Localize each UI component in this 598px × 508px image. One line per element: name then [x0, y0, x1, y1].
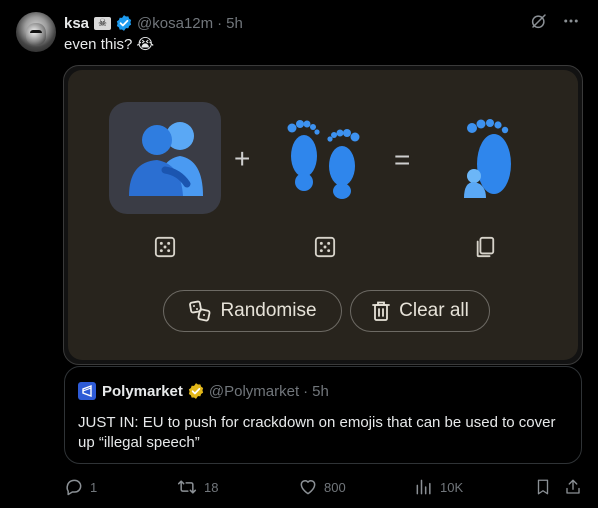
- media-image[interactable]: + = Randomise Clear all: [63, 65, 583, 365]
- repost-icon: [177, 480, 197, 494]
- repost-count: 18: [204, 479, 219, 495]
- polymarket-logo-icon: [78, 382, 96, 400]
- quoted-post-time[interactable]: 5h: [312, 383, 329, 400]
- copy-icon[interactable]: [474, 236, 496, 258]
- views-count: 10K: [440, 479, 464, 495]
- quoted-post-text: JUST IN: EU to push for crackdown on emo…: [78, 414, 556, 451]
- separator-dot: ·: [217, 14, 223, 32]
- repost-button[interactable]: 18: [176, 476, 218, 498]
- post-top-actions: [530, 12, 580, 30]
- randomise-button[interactable]: Randomise: [163, 290, 342, 332]
- post-text: even this? 😭: [64, 36, 155, 53]
- footprint-hugging-emoji-icon: [464, 119, 511, 198]
- gold-verified-badge-icon: [188, 383, 203, 399]
- trash-icon: [372, 301, 391, 321]
- grok-icon[interactable]: [530, 12, 548, 30]
- randomise-label: Randomise: [220, 300, 317, 321]
- like-button[interactable]: 800: [298, 476, 346, 498]
- dice-icon[interactable]: [154, 236, 176, 258]
- views-chart-icon: [416, 479, 431, 495]
- emoji-slot-1[interactable]: [109, 102, 221, 214]
- reply-button[interactable]: 1: [64, 476, 97, 498]
- people-hugging-emoji-icon: [129, 122, 203, 196]
- footprints-emoji-icon: [287, 120, 360, 199]
- quoted-author-name[interactable]: Polymarket: [102, 383, 183, 400]
- author-name[interactable]: ksa: [64, 15, 89, 32]
- like-count: 800: [324, 479, 346, 495]
- views-button[interactable]: 10K: [414, 476, 463, 498]
- equals-operator: =: [394, 144, 411, 175]
- dice-icon[interactable]: [314, 236, 336, 258]
- clear-all-button[interactable]: Clear all: [350, 290, 490, 332]
- more-options-icon[interactable]: [562, 12, 580, 30]
- plus-operator: +: [234, 143, 251, 174]
- shuffle-dice-icon: [189, 300, 211, 322]
- author-handle[interactable]: @kosa12m: [137, 15, 213, 32]
- avatar[interactable]: [16, 12, 56, 52]
- bookmark-icon[interactable]: [534, 477, 552, 497]
- post-action-bar: 1 18 800 10K: [64, 476, 582, 498]
- separator-dot: ·: [303, 382, 309, 400]
- heart-icon: [300, 480, 316, 495]
- post-time[interactable]: 5h: [226, 15, 243, 32]
- clear-all-label: Clear all: [399, 300, 469, 321]
- share-icon[interactable]: [564, 477, 582, 497]
- reply-count: 1: [90, 479, 98, 495]
- quoted-author-handle[interactable]: @Polymarket: [209, 383, 299, 400]
- skull-badge-icon: ☠: [94, 16, 112, 30]
- post-header: ksa ☠ @kosa12m · 5h: [64, 13, 243, 33]
- emoji-kitchen-card: + = Randomise Clear all: [68, 70, 578, 360]
- reply-icon: [66, 479, 82, 496]
- quoted-post-header: Polymarket @Polymarket · 5h: [78, 382, 329, 400]
- verified-badge-icon: [116, 15, 132, 31]
- post: ksa ☠ @kosa12m · 5h even this? 😭 + = Ran…: [0, 0, 598, 508]
- quoted-post[interactable]: Polymarket @Polymarket · 5h JUST IN: EU …: [64, 366, 582, 464]
